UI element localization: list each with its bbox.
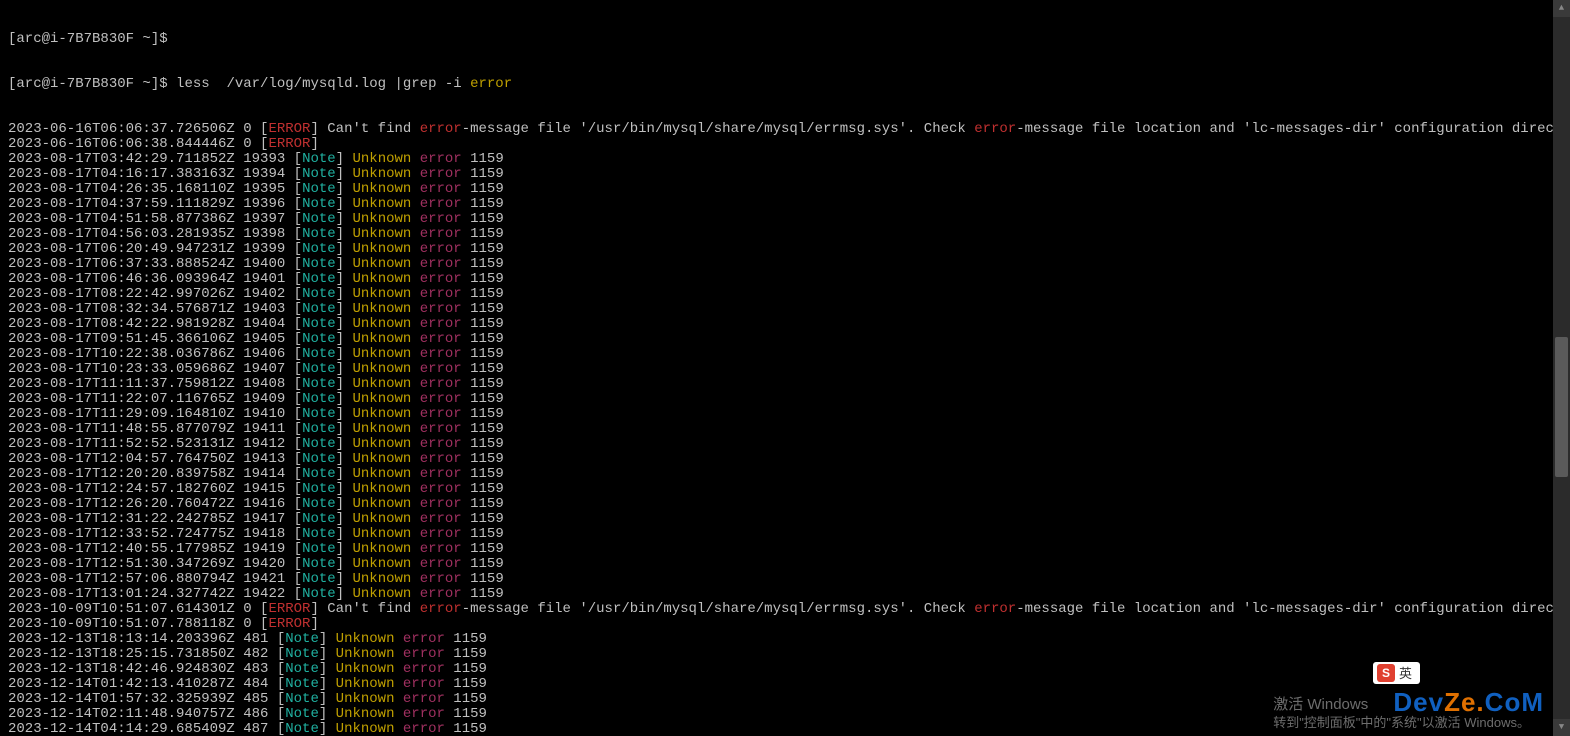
scroll-down-button[interactable]: ▼ (1553, 719, 1570, 736)
log-note-line: 2023-08-17T08:32:34.576871Z 19403 [Note]… (8, 302, 1562, 317)
log-note-line: 2023-08-17T04:16:17.383163Z 19394 [Note]… (8, 167, 1562, 182)
log-note-line: 2023-08-17T11:11:37.759812Z 19408 [Note]… (8, 377, 1562, 392)
log-note-line: 2023-08-17T12:04:57.764750Z 19413 [Note]… (8, 452, 1562, 467)
log-note-line: 2023-08-17T06:46:36.093964Z 19401 [Note]… (8, 272, 1562, 287)
log-note-line: 2023-08-17T08:22:42.997026Z 19402 [Note]… (8, 287, 1562, 302)
log-note-line: 2023-08-17T04:56:03.281935Z 19398 [Note]… (8, 227, 1562, 242)
sogou-logo-icon: S (1377, 664, 1395, 682)
log-note-line: 2023-08-17T10:23:33.059686Z 19407 [Note]… (8, 362, 1562, 377)
log-note-line: 2023-08-17T03:42:29.711852Z 19393 [Note]… (8, 152, 1562, 167)
scrollbar-track[interactable] (1553, 17, 1570, 719)
log-note-line: 2023-08-17T12:51:30.347269Z 19420 [Note]… (8, 557, 1562, 572)
log-note-line: 2023-08-17T10:22:38.036786Z 19406 [Note]… (8, 347, 1562, 362)
terminal-output[interactable]: [arc@i-7B7B830F ~]$ [arc@i-7B7B830F ~]$ … (0, 0, 1570, 736)
log-note-line: 2023-08-17T12:26:20.760472Z 19416 [Note]… (8, 497, 1562, 512)
prompt: [arc@i-7B7B830F ~]$ (8, 31, 168, 47)
log-note-line: 2023-08-17T12:57:06.880794Z 19421 [Note]… (8, 572, 1562, 587)
scroll-up-button[interactable]: ▲ (1553, 0, 1570, 17)
log-note-line: 2023-08-17T12:24:57.182760Z 19415 [Note]… (8, 482, 1562, 497)
windows-activation-overlay: 激活 Windows 转到"控制面板"中的"系统"以激活 Windows。 (1273, 696, 1530, 732)
log-note-line: 2023-08-17T09:51:45.366106Z 19405 [Note]… (8, 332, 1562, 347)
log-note-line: 2023-12-13T18:42:46.924830Z 483 [Note] U… (8, 662, 1562, 677)
activation-subtitle: 转到"控制面板"中的"系统"以激活 Windows。 (1273, 714, 1530, 732)
log-note-line: 2023-12-14T01:42:13.410287Z 484 [Note] U… (8, 677, 1562, 692)
log-note-line: 2023-08-17T11:52:52.523131Z 19412 [Note]… (8, 437, 1562, 452)
log-note-line: 2023-08-17T06:37:33.888524Z 19400 [Note]… (8, 257, 1562, 272)
grep-keyword: error (470, 76, 512, 92)
ime-indicator[interactable]: S 英 (1373, 662, 1420, 684)
log-error-line: 2023-06-16T06:06:38.844446Z 0 [ERROR] (8, 137, 1562, 152)
log-note-line: 2023-08-17T11:48:55.877079Z 19411 [Note]… (8, 422, 1562, 437)
log-note-line: 2023-08-17T04:37:59.111829Z 19396 [Note]… (8, 197, 1562, 212)
log-note-line: 2023-08-17T12:33:52.724775Z 19418 [Note]… (8, 527, 1562, 542)
log-note-line: 2023-08-17T11:22:07.116765Z 19409 [Note]… (8, 392, 1562, 407)
ime-mode-label: 英 (1399, 666, 1412, 681)
log-note-line: 2023-12-13T18:25:15.731850Z 482 [Note] U… (8, 647, 1562, 662)
log-note-line: 2023-08-17T06:20:49.947231Z 19399 [Note]… (8, 242, 1562, 257)
log-error-line: 2023-10-09T10:51:07.614301Z 0 [ERROR] Ca… (8, 602, 1562, 617)
scrollbar-thumb[interactable] (1555, 337, 1568, 477)
log-error-line: 2023-06-16T06:06:37.726506Z 0 [ERROR] Ca… (8, 122, 1562, 137)
log-note-line: 2023-08-17T12:20:20.839758Z 19414 [Note]… (8, 467, 1562, 482)
log-note-line: 2023-08-17T12:40:55.177985Z 19419 [Note]… (8, 542, 1562, 557)
log-note-line: 2023-08-17T04:26:35.168110Z 19395 [Note]… (8, 182, 1562, 197)
log-note-line: 2023-08-17T12:31:22.242785Z 19417 [Note]… (8, 512, 1562, 527)
command-line: [arc@i-7B7B830F ~]$ less /var/log/mysqld… (8, 77, 1562, 92)
activation-title: 激活 Windows (1273, 696, 1530, 714)
log-note-line: 2023-08-17T04:51:58.877386Z 19397 [Note]… (8, 212, 1562, 227)
log-note-line: 2023-08-17T13:01:24.327742Z 19422 [Note]… (8, 587, 1562, 602)
prompt-line: [arc@i-7B7B830F ~]$ (8, 32, 1562, 47)
log-note-line: 2023-08-17T11:29:09.164810Z 19410 [Note]… (8, 407, 1562, 422)
scrollbar[interactable]: ▲ ▼ (1553, 0, 1570, 736)
log-error-line: 2023-10-09T10:51:07.788118Z 0 [ERROR] (8, 617, 1562, 632)
log-note-line: 2023-12-13T18:13:14.203396Z 481 [Note] U… (8, 632, 1562, 647)
log-note-line: 2023-08-17T08:42:22.981928Z 19404 [Note]… (8, 317, 1562, 332)
